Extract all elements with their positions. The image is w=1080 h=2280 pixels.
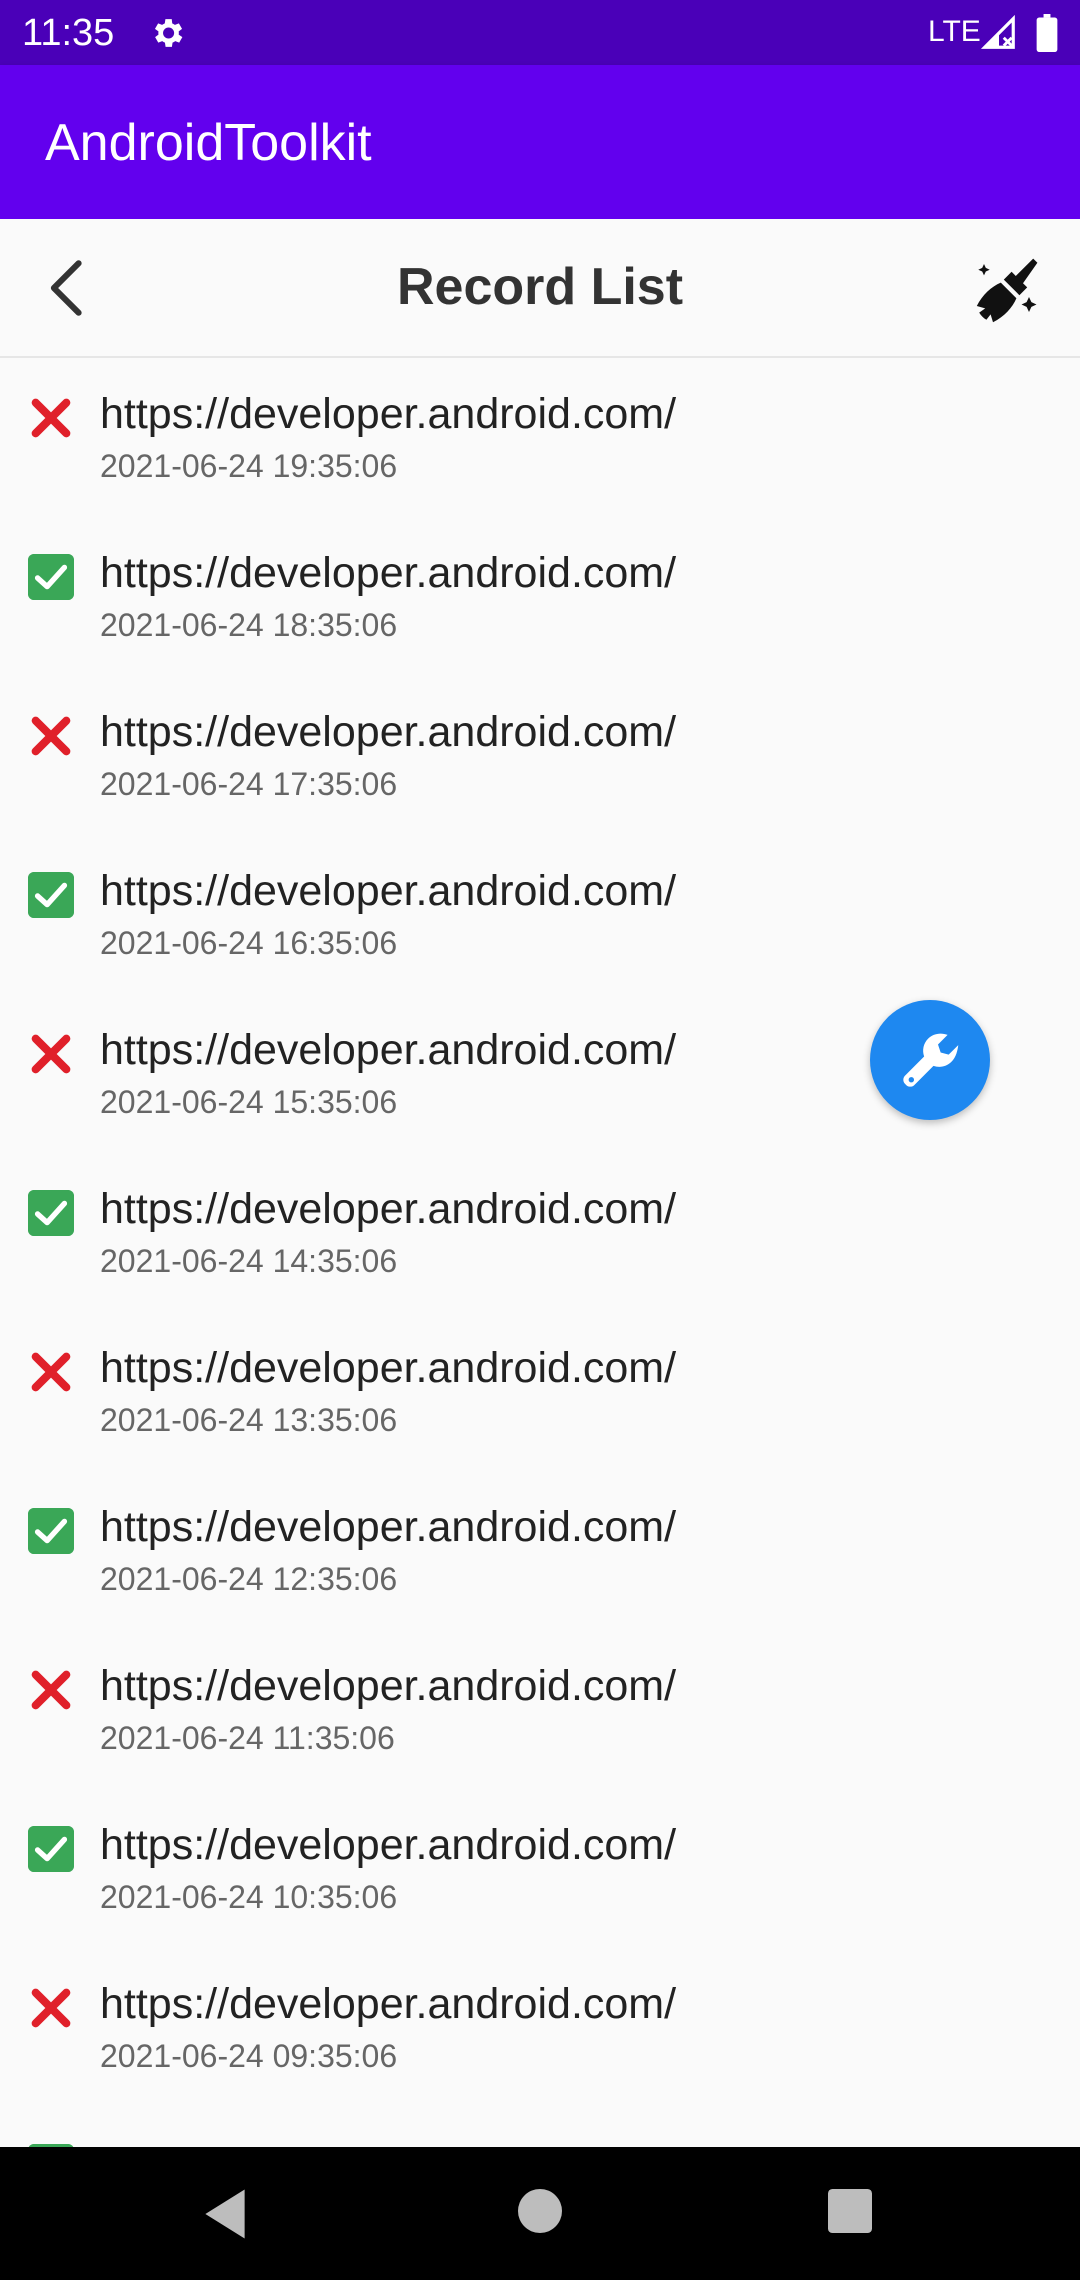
cross-mark-icon [31, 1352, 71, 1392]
cross-mark-icon [31, 1670, 71, 1710]
app-title: AndroidToolkit [45, 114, 372, 172]
status-time: 11:35 [22, 12, 115, 54]
list-item[interactable]: https://developer.android.com/2021-06-24… [0, 1311, 1080, 1470]
check-mark-icon [28, 1190, 74, 1236]
record-timestamp: 2021-06-24 11:35:06 [100, 1720, 395, 1756]
check-mark-icon [28, 554, 74, 600]
record-timestamp: 2021-06-24 10:35:06 [100, 1879, 398, 1915]
record-url: https://developer.android.com/ [100, 1344, 677, 1392]
record-timestamp: 2021-06-24 13:35:06 [100, 1402, 398, 1438]
nav-home-icon[interactable] [518, 2189, 562, 2233]
record-timestamp: 2021-06-24 12:35:06 [100, 1561, 398, 1597]
record-url: https://developer.android.com/ [100, 1185, 677, 1233]
check-mark-icon [28, 1508, 74, 1554]
wrench-icon [903, 1033, 959, 1087]
wrench-fab-button[interactable] [870, 1000, 990, 1120]
page-title: Record List [396, 258, 684, 316]
record-timestamp: 2021-06-24 17:35:06 [100, 766, 398, 802]
record-timestamp: 2021-06-24 14:35:06 [100, 1243, 398, 1279]
gear-icon [154, 19, 183, 47]
record-list: https://developer.android.com/2021-06-24… [0, 357, 1080, 2147]
list-item[interactable]: https://developer.android.com/2021-06-24… [0, 1470, 1080, 1629]
cross-mark-icon [31, 398, 71, 438]
status-bar: 11:35 LTE [0, 0, 1080, 65]
list-item[interactable]: https://developer.android.com/2021-06-24… [0, 1152, 1080, 1311]
nav-recents-icon[interactable] [828, 2189, 872, 2233]
cross-mark-icon [31, 1988, 71, 2028]
screen: 11:35 LTE AndroidToolkit Record List htt… [0, 0, 1080, 2280]
record-url: https://developer.android.com/ [100, 1662, 677, 1710]
nav-back-icon[interactable] [200, 2187, 250, 2241]
list-item[interactable]: https://developer.android.com/2021-06-24… [0, 516, 1080, 675]
record-url: https://developer.android.com/ [100, 1821, 677, 1869]
app-bar: AndroidToolkit [0, 65, 1080, 219]
check-mark-icon [28, 1826, 74, 1872]
list-item[interactable]: https://developer.android.com/2021-06-24… [0, 834, 1080, 993]
signal-icon [980, 14, 1015, 49]
check-mark-icon [28, 872, 74, 918]
record-timestamp: 2021-06-24 15:35:06 [100, 1084, 398, 1120]
record-url: https://developer.android.com/ [100, 708, 677, 756]
cross-mark-icon [31, 1034, 71, 1074]
list-item[interactable]: https://developer.android.com/2021-06-24… [0, 1947, 1080, 2106]
record-timestamp: 2021-06-24 18:35:06 [100, 607, 398, 643]
record-timestamp: 2021-06-24 16:35:06 [100, 925, 398, 961]
list-item[interactable] [0, 2106, 1080, 2147]
page-toolbar: Record List [0, 219, 1080, 358]
record-timestamp: 2021-06-24 19:35:06 [100, 448, 398, 484]
broom-icon[interactable] [972, 255, 1044, 327]
record-url: https://developer.android.com/ [100, 1026, 677, 1074]
record-url: https://developer.android.com/ [100, 1503, 677, 1551]
record-url: https://developer.android.com/ [100, 549, 677, 597]
system-nav-bar [0, 2147, 1080, 2280]
record-url: https://developer.android.com/ [100, 1980, 677, 2028]
list-item[interactable]: https://developer.android.com/2021-06-24… [0, 1629, 1080, 1788]
list-item[interactable]: https://developer.android.com/2021-06-24… [0, 675, 1080, 834]
record-timestamp: 2021-06-24 09:35:06 [100, 2038, 398, 2074]
cross-mark-icon [31, 716, 71, 756]
record-url: https://developer.android.com/ [100, 867, 677, 915]
record-url: https://developer.android.com/ [100, 390, 677, 438]
network-type: LTE [928, 15, 981, 48]
list-item[interactable]: https://developer.android.com/2021-06-24… [0, 1788, 1080, 1947]
battery-icon [1036, 14, 1058, 52]
list-item[interactable]: https://developer.android.com/2021-06-24… [0, 357, 1080, 516]
